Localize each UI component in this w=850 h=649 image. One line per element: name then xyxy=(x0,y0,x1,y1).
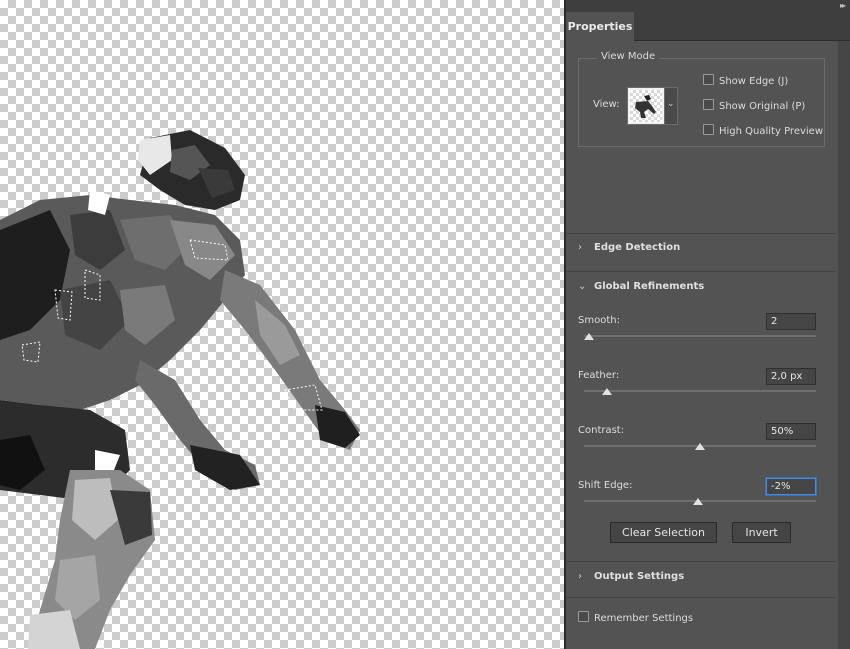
smooth-slider-thumb[interactable] xyxy=(583,333,594,340)
smooth-slider-track[interactable] xyxy=(584,335,816,337)
remember-settings-label: Remember Settings xyxy=(594,613,694,624)
panel-topbar: ▸▸ xyxy=(566,0,850,12)
high-quality-preview-label: High Quality Preview xyxy=(719,126,823,137)
show-edge-option[interactable]: Show Edge (J) xyxy=(703,74,788,87)
high-quality-preview-option[interactable]: High Quality Preview xyxy=(703,124,823,137)
section-divider xyxy=(566,271,836,272)
high-quality-preview-checkbox[interactable] xyxy=(703,124,714,135)
view-mode-group: View Mode View: ⌄ Show Edge (J) Show Ori… xyxy=(578,51,825,147)
shift-edge-label: Shift Edge: xyxy=(578,480,633,491)
panel-scrollbar[interactable] xyxy=(838,41,850,649)
shift-edge-value-input[interactable]: -2% xyxy=(766,478,816,495)
properties-panel: ▸▸ Properties View Mode View: ⌄ Show Edg… xyxy=(566,0,850,649)
feather-label: Feather: xyxy=(578,370,620,381)
show-original-label: Show Original (P) xyxy=(719,101,806,112)
view-thumbnail[interactable] xyxy=(627,87,665,125)
clear-selection-button[interactable]: Clear Selection xyxy=(610,522,717,543)
show-edge-label: Show Edge (J) xyxy=(719,76,789,87)
shift-edge-slider-thumb[interactable] xyxy=(692,498,703,505)
global-refinements-header[interactable]: ⌄ Global Refinements xyxy=(578,281,704,292)
edge-detection-header[interactable]: › Edge Detection xyxy=(578,242,680,253)
invert-button[interactable]: Invert xyxy=(732,522,791,543)
double-chevron-right-icon[interactable]: ▸▸ xyxy=(840,1,846,10)
view-label: View: xyxy=(593,99,620,110)
output-settings-header[interactable]: › Output Settings xyxy=(578,571,684,582)
document-canvas[interactable] xyxy=(0,0,564,649)
remember-settings-checkbox[interactable] xyxy=(578,611,589,622)
chevron-down-icon: ⌄ xyxy=(667,99,675,109)
section-divider xyxy=(566,561,836,562)
contrast-label: Contrast: xyxy=(578,425,625,436)
view-thumbnail-preview xyxy=(630,90,662,122)
show-original-checkbox[interactable] xyxy=(703,99,714,110)
global-refinements-label: Global Refinements xyxy=(594,281,705,292)
feather-value-input[interactable]: 2,0 px xyxy=(766,368,816,385)
feather-slider-thumb[interactable] xyxy=(602,388,613,395)
view-mode-title: View Mode xyxy=(597,51,660,62)
show-edge-checkbox[interactable] xyxy=(703,74,714,85)
smooth-value-input[interactable]: 2 xyxy=(766,313,816,330)
output-settings-label: Output Settings xyxy=(594,571,685,582)
contrast-value-input[interactable]: 50% xyxy=(766,423,816,440)
show-original-option[interactable]: Show Original (P) xyxy=(703,99,805,112)
smooth-label: Smooth: xyxy=(578,315,620,326)
cyclist-silhouette-image xyxy=(0,130,360,649)
feather-slider-track[interactable] xyxy=(584,390,816,392)
edge-detection-label: Edge Detection xyxy=(594,242,681,253)
section-divider xyxy=(566,233,836,234)
remember-settings-option[interactable]: Remember Settings xyxy=(578,611,693,624)
view-mode-dropdown[interactable]: ⌄ xyxy=(664,87,678,125)
cyclist-thumbnail-icon xyxy=(635,95,656,118)
chevron-down-icon: ⌄ xyxy=(578,281,587,292)
contrast-slider-thumb[interactable] xyxy=(695,443,705,450)
tab-strip: Properties xyxy=(566,12,850,41)
tab-properties[interactable]: Properties xyxy=(566,12,634,41)
section-divider xyxy=(566,597,836,598)
chevron-right-icon: › xyxy=(578,242,582,253)
chevron-right-icon: › xyxy=(578,571,582,582)
